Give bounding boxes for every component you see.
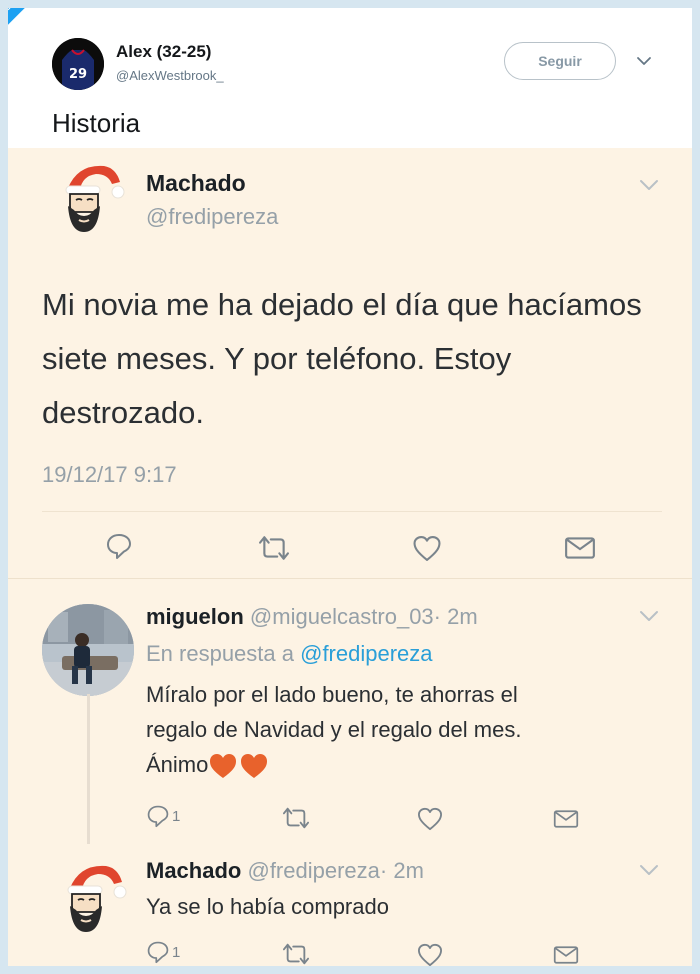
watermark-text: VISTOENLASREDES (8, 8, 65, 19)
reply-text-line: Ánimo (146, 752, 209, 777)
orange-hearts-icon (210, 754, 268, 779)
mail-icon (553, 944, 579, 966)
reply-handle[interactable]: @miguelcastro_03 (250, 604, 434, 629)
reply-count: 1 (172, 943, 181, 961)
photo-avatar-icon (42, 604, 134, 696)
tweet-card: VISTOENLASREDES 29 Alex (32-25) @AlexWes… (8, 8, 692, 966)
author-handle[interactable]: @AlexWestbrook_ (116, 68, 224, 83)
divider (42, 511, 662, 512)
reply-button[interactable] (105, 532, 133, 560)
jersey-number: 29 (69, 67, 87, 82)
heart-icon (417, 807, 443, 831)
mail-icon (564, 535, 596, 561)
reply-icon (146, 940, 170, 964)
author-name[interactable]: Alex (32-25) (116, 42, 211, 62)
reply-handle[interactable]: @fredipereza (247, 858, 379, 883)
main-tweet-date: 19/12/17 9:17 (42, 462, 177, 487)
chevron-down-icon[interactable] (634, 52, 654, 70)
mail-icon (553, 808, 579, 830)
reply-text: Ya se lo había comprado (146, 894, 389, 919)
thread-line (87, 694, 90, 844)
message-button[interactable] (564, 535, 596, 561)
reply-icon (105, 532, 133, 560)
retweet-button[interactable] (282, 805, 310, 831)
reply-header: miguelon @miguelcastro_03· 2m (146, 604, 478, 630)
message-button[interactable] (553, 944, 579, 966)
reply-time: · 2m (433, 604, 478, 629)
reply-context: En respuesta a @fredipereza (146, 641, 433, 667)
like-button[interactable] (412, 535, 442, 562)
tweet-text: Historia (52, 108, 141, 138)
main-tweet-text: Mi novia me ha dejado el día que hacíamo… (42, 287, 642, 430)
chevron-down-icon[interactable] (638, 609, 660, 623)
retweet-icon (257, 533, 291, 563)
heart-icon (417, 943, 443, 966)
reply-header: Machado @fredipereza· 2m (146, 858, 424, 884)
reply-name[interactable]: Machado (146, 858, 241, 883)
message-button[interactable] (553, 808, 579, 830)
main-tweet-handle[interactable]: @fredipereza (146, 204, 278, 230)
embedded-screenshot: Machado @fredipereza Mi novia me ha deja… (8, 148, 692, 966)
jersey-avatar-icon: 29 (52, 38, 104, 90)
reply-to-prefix: En respuesta a (146, 641, 294, 666)
reply-icon (146, 804, 170, 828)
santa-avatar-icon[interactable] (58, 862, 128, 934)
divider (8, 578, 692, 579)
main-tweet-name[interactable]: Machado (146, 170, 246, 197)
retweet-icon (282, 805, 310, 831)
retweet-button[interactable] (257, 533, 291, 563)
chevron-down-icon[interactable] (638, 863, 660, 877)
reply-count: 1 (172, 807, 181, 825)
like-button[interactable] (417, 943, 443, 966)
reply-button[interactable]: 1 (146, 804, 180, 828)
avatar[interactable]: 29 (52, 38, 104, 90)
reply-time: · 2m (379, 858, 424, 883)
reply-name[interactable]: miguelon (146, 604, 244, 629)
reply-text-line-last: Ánimo (146, 747, 521, 782)
santa-avatar-icon[interactable] (56, 162, 126, 234)
like-button[interactable] (417, 807, 443, 831)
reply-to-link[interactable]: @fredipereza (300, 641, 432, 666)
heart-icon (412, 535, 442, 562)
reply-text-line: regalo de Navidad y el regalo del mes. (146, 717, 522, 742)
reply-button[interactable]: 1 (146, 940, 180, 964)
reply-text: Míralo por el lado bueno, te ahorras el … (146, 677, 521, 782)
avatar[interactable] (42, 604, 134, 696)
chevron-down-icon[interactable] (638, 178, 660, 192)
follow-button[interactable]: Seguir (504, 42, 616, 80)
retweet-button[interactable] (282, 941, 310, 966)
retweet-icon (282, 941, 310, 966)
reply-text-line: Míralo por el lado bueno, te ahorras el (146, 682, 518, 707)
